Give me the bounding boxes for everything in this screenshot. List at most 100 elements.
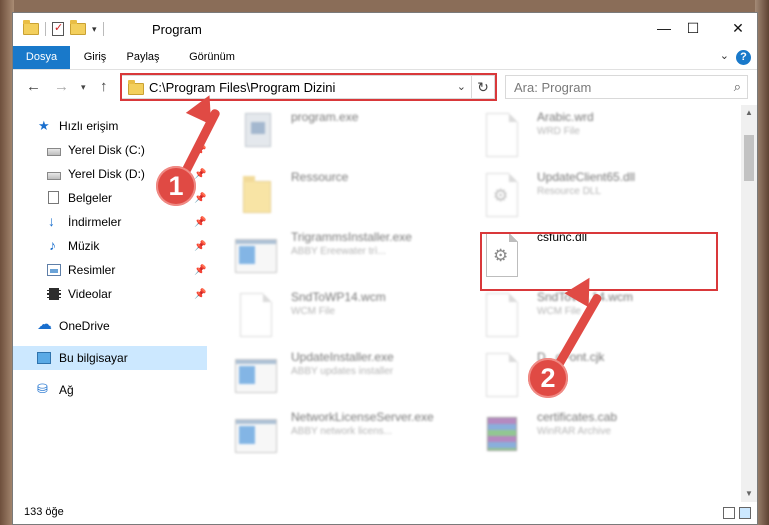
cloud-icon: ☁ [37,316,52,333]
program-icon [245,113,271,147]
forward-arrow-icon[interactable]: → [54,78,69,95]
sidebar-item-label: Yerel Disk (C:) [68,143,145,157]
file-tile[interactable]: UpdateInstaller.exe ABBY updates install… [209,345,445,405]
pin-icon[interactable]: 📌 [194,193,206,204]
file-explorer-window: ▾ Program — ☐ ✕ Dosya Giriş Paylaş Görün… [12,12,758,525]
drive-icon [47,148,61,156]
divider [102,22,104,36]
title-bar: ▾ Program — ☐ ✕ [13,13,757,46]
back-arrow-icon[interactable]: ← [26,78,41,95]
file-name: Arabic.wrd [537,110,594,124]
file-tile[interactable]: program.exe [209,105,445,165]
window-title: Program [152,22,202,37]
pin-icon[interactable]: 📌 [194,217,206,228]
tab-gorunum[interactable]: Görünüm [183,46,241,69]
properties-icon[interactable] [52,21,64,36]
file-name: UpdateInstaller.exe [291,350,394,364]
file-type: ABBY Ereewater trì... [291,246,386,257]
file-type: WCM File [291,306,335,317]
archive-icon [487,417,517,451]
callout-badge-2: 2 [528,358,568,398]
scroll-down-arrow-icon[interactable]: ▼ [741,486,757,502]
file-name: UpdateClient65.dll [537,170,636,184]
large-icons-view-icon[interactable] [739,507,751,519]
application-icon [235,239,277,273]
recent-locations-chevron-icon[interactable]: ▾ [81,82,86,93]
customize-toolbar-chevron-icon[interactable]: ▾ [92,24,97,35]
documents-icon [48,191,59,204]
sidebar-item-label: OneDrive [59,319,110,333]
address-highlight-frame [120,73,497,101]
search-placeholder: Ara: Program [514,80,592,95]
gear-file-icon [486,173,518,217]
file-name: certificates.cab [537,410,618,424]
maximize-button[interactable]: ☐ [670,13,716,43]
file-tile[interactable]: UpdateClient65.dll Resource DLL [455,165,691,225]
videos-icon [47,288,61,300]
sidebar-item-this-pc[interactable]: Bu bilgisayar [13,346,207,370]
scroll-thumb[interactable] [744,135,754,181]
help-icon[interactable]: ? [736,50,751,65]
scroll-up-arrow-icon[interactable]: ▲ [741,105,757,121]
callout-badge-1: 1 [156,166,196,206]
sidebar-item-onedrive[interactable]: ☁ OneDrive [13,314,207,338]
pin-icon[interactable]: 📌 [194,289,206,300]
quick-access-toolbar: ▾ [23,20,104,36]
network-icon: ⛁ [37,381,48,396]
file-type: ABBY network licens... [291,426,392,437]
music-icon: ♪ [49,237,56,253]
file-type: WCM File [537,306,581,317]
downloads-icon: ↓ [48,213,55,229]
navigation-pane: ★ Hızlı erişim Yerel Disk (C:) 📌 Yerel D… [13,105,209,502]
file-tile[interactable]: Ressource [209,165,445,225]
sidebar-item-quick-access[interactable]: ★ Hızlı erişim [13,114,207,138]
file-tile[interactable]: NetworkLicenseServer.exe ABBY network li… [209,405,445,465]
file-list: program.exe Arabic.wrd WRD File Ressourc… [209,105,741,502]
document-file-icon [486,353,518,397]
sidebar-item-label: Yerel Disk (D:) [68,167,145,181]
file-tile[interactable]: Arabic.wrd WRD File [455,105,691,165]
sidebar-item-label: Ağ [59,383,74,397]
sidebar-item-music[interactable]: ♪ Müzik 📌 [13,234,207,258]
sidebar-item-pictures[interactable]: Resimler 📌 [13,258,207,282]
file-name: TrigrammsInstaller.exe [291,230,412,244]
sidebar-item-disk-c[interactable]: Yerel Disk (C:) 📌 [13,138,207,162]
item-count: 133 öğe [24,506,64,518]
search-box[interactable]: Ara: Program ⌕ [505,75,748,99]
file-name: program.exe [291,110,359,124]
file-type: WinRAR Archive [537,426,611,437]
details-view-icon[interactable] [723,507,735,519]
tab-giris[interactable]: Giriş [76,46,114,69]
pin-icon[interactable]: 📌 [194,265,206,276]
sidebar-item-videos[interactable]: Videolar 📌 [13,282,207,306]
file-type: WRD File [537,126,580,137]
sidebar-item-label: Müzik [68,239,100,253]
file-tile[interactable]: TrigrammsInstaller.exe ABBY Ereewater tr… [209,225,445,285]
document-file-icon [240,293,272,337]
file-tile[interactable]: SndToWP14.wcm WCM File [209,285,445,345]
tab-dosya[interactable]: Dosya [13,46,70,69]
status-bar: 133 öğe [13,502,757,524]
pin-icon[interactable]: 📌 [194,241,206,252]
up-arrow-icon[interactable]: ↑ [100,78,108,95]
close-button[interactable]: ✕ [715,13,761,43]
expand-ribbon-chevron-icon[interactable]: ⌄ [720,49,729,62]
file-name: NetworkLicenseServer.exe [291,410,434,424]
tab-paylas[interactable]: Paylaş [121,46,165,69]
search-icon[interactable]: ⌕ [734,79,741,95]
file-name: SndToWP14.wcm [291,290,386,304]
sidebar-item-downloads[interactable]: ↓ İndirmeler 📌 [13,210,207,234]
new-folder-icon[interactable] [70,20,86,35]
sidebar-item-network[interactable]: ⛁ Ağ [13,378,207,402]
vertical-scrollbar[interactable]: ▲ ▼ [741,105,757,502]
pin-icon[interactable]: 📌 [194,169,206,180]
file-name: Ressource [291,170,349,184]
file-highlight-frame [480,232,718,291]
file-tile[interactable]: D...dFont.cjk [455,345,691,405]
drive-icon [47,172,61,180]
star-icon: ★ [38,118,50,133]
divider [45,22,46,36]
sidebar-item-label: Resimler [68,263,116,277]
file-tile[interactable]: certificates.cab WinRAR Archive [455,405,691,465]
application-icon [235,419,277,453]
